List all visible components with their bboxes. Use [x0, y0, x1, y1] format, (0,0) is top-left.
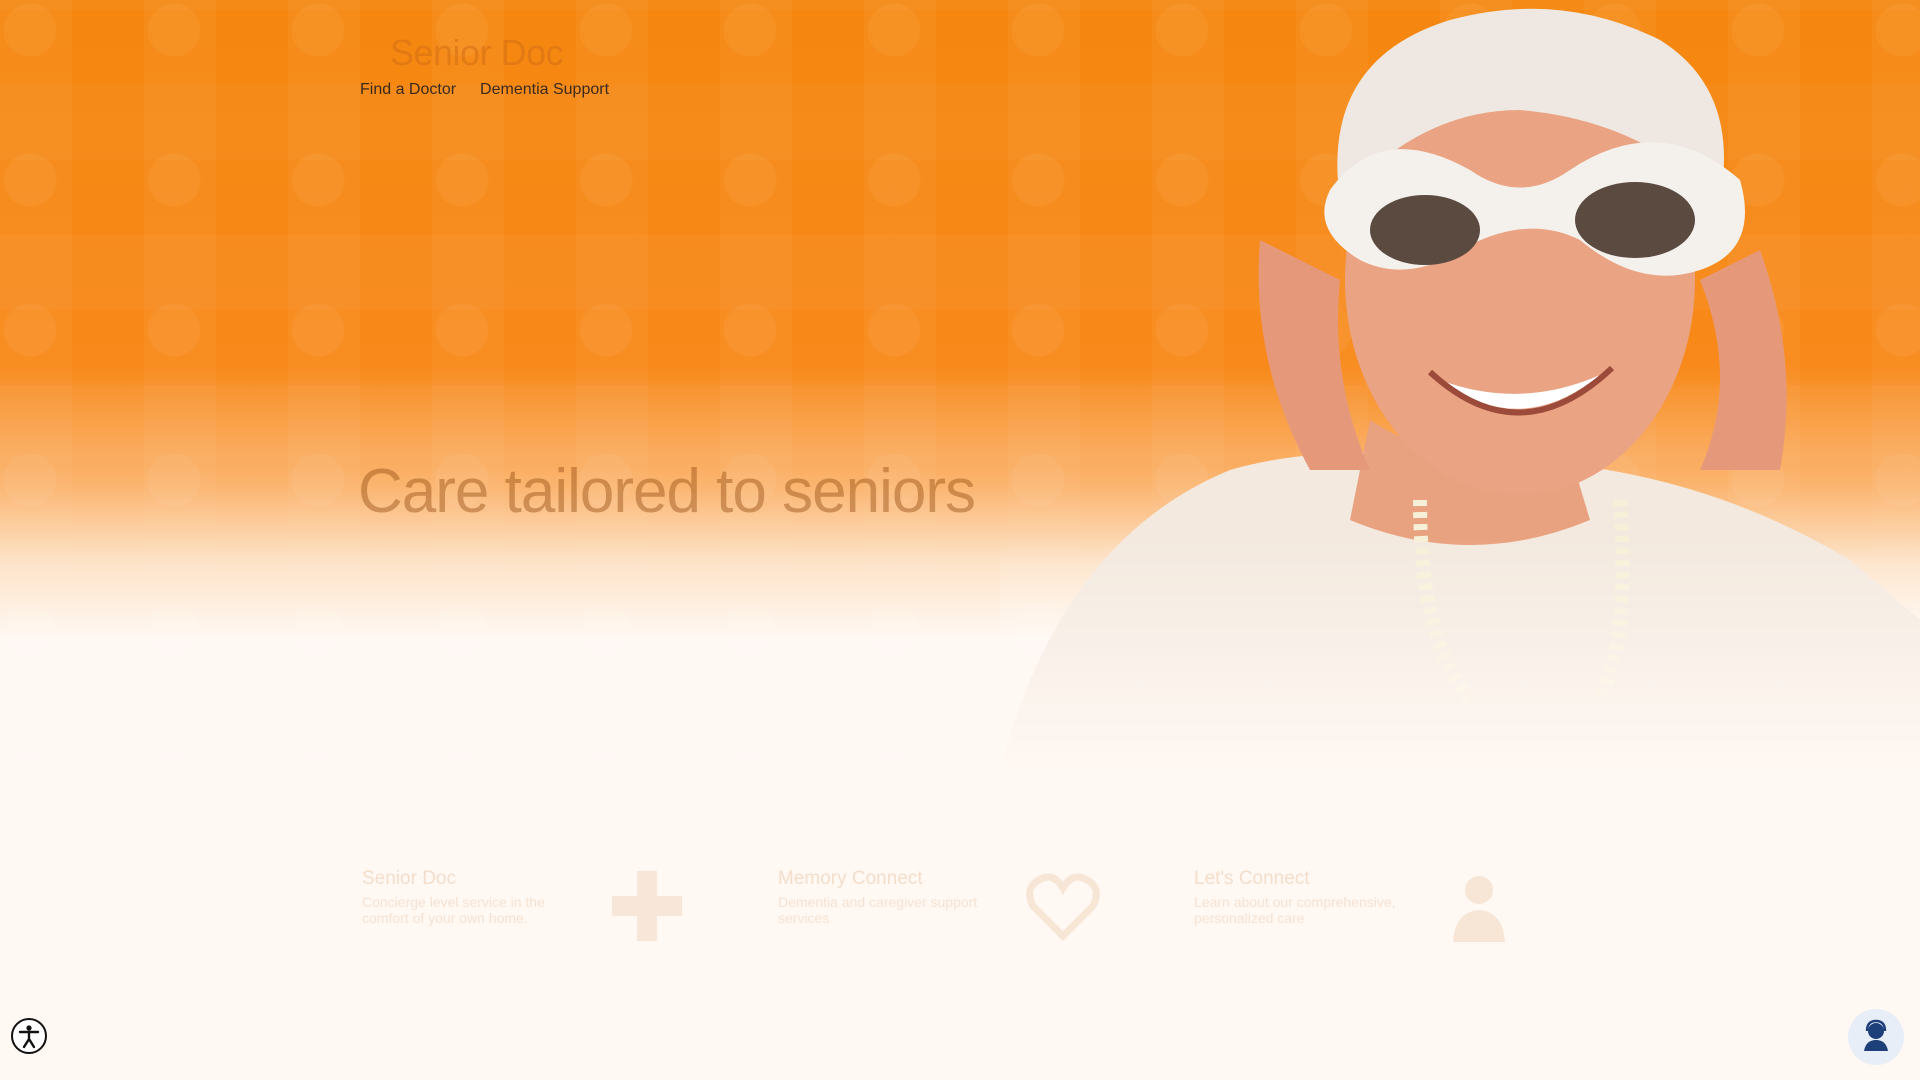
nav-find-a-doctor[interactable]: Find a Doctor [360, 81, 456, 99]
feature-title: Let's Connect [1194, 868, 1310, 889]
chat-agent-icon [1864, 1019, 1888, 1051]
hero-headline: Care tailored to seniors [358, 457, 976, 526]
feature-card-memory-connect[interactable]: Memory Connect Dementia and caregiver su… [778, 866, 1108, 956]
feature-description: Concierge level service in the comfort o… [362, 894, 545, 926]
chat-agent-button[interactable] [1848, 1009, 1904, 1065]
feature-description: Dementia and caregiver support services [778, 894, 978, 926]
medical-cross-icon [612, 871, 682, 941]
brand-logo[interactable]: Senior Doc [390, 32, 564, 74]
accessibility-icon [18, 1025, 40, 1049]
main-nav: Find a Doctor Dementia Support [360, 81, 609, 99]
hero-photo [1000, 0, 1920, 770]
feature-card-lets-connect[interactable]: Let's Connect Learn about our comprehens… [1194, 866, 1524, 956]
feature-card-senior-doc[interactable]: Senior Doc Concierge level service in th… [362, 866, 692, 956]
feature-title: Memory Connect [778, 868, 923, 889]
feature-description: Learn about our comprehensive, personali… [1194, 894, 1396, 926]
accessibility-button[interactable] [11, 1018, 47, 1054]
feature-title: Senior Doc [362, 868, 456, 889]
heart-icon [1026, 873, 1100, 941]
doctor-icon [1453, 876, 1505, 942]
nav-dementia-support[interactable]: Dementia Support [480, 81, 609, 99]
